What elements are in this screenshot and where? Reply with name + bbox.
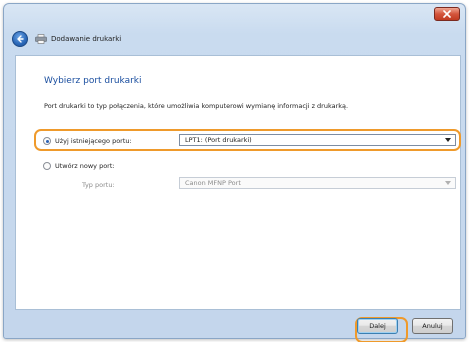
port-type-label: Typ portu: <box>82 181 115 189</box>
header-bar: Dodawanie drukarki <box>12 29 121 49</box>
cancel-button[interactable]: Anuluj <box>412 318 453 334</box>
chevron-down-icon <box>445 181 451 185</box>
printer-icon <box>35 34 47 44</box>
back-arrow-icon <box>17 35 24 43</box>
close-icon <box>443 10 451 18</box>
header-title: Dodawanie drukarki <box>51 35 122 43</box>
port-type-value: Canon MFNP Port <box>185 179 241 187</box>
content-panel: Wybierz port drukarki Port drukarki to t… <box>15 55 461 310</box>
existing-port-value: LPT1: (Port drukarki) <box>185 136 252 144</box>
port-type-select[interactable]: Canon MFNP Port <box>179 177 456 189</box>
new-port-radio[interactable] <box>43 162 51 170</box>
back-button[interactable] <box>12 31 28 47</box>
new-port-label[interactable]: Utwórz nowy port: <box>55 162 115 170</box>
existing-port-select[interactable]: LPT1: (Port drukarki) <box>179 134 456 146</box>
existing-port-radio[interactable] <box>43 137 51 145</box>
existing-port-label[interactable]: Użyj istniejącego portu: <box>55 137 132 145</box>
page-description: Port drukarki to typ połączenia, które u… <box>44 102 349 110</box>
next-button[interactable]: Dalej <box>357 318 398 334</box>
chevron-down-icon <box>445 138 451 142</box>
close-button[interactable] <box>434 7 460 21</box>
dialog-window: Dodawanie drukarki Wybierz port drukarki… <box>3 3 466 342</box>
page-title: Wybierz port drukarki <box>44 76 142 86</box>
